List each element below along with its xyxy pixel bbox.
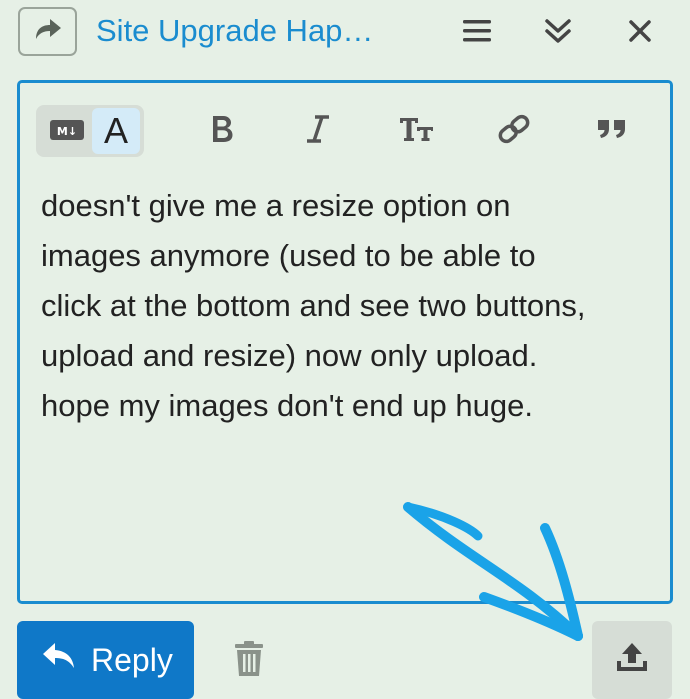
link-button[interactable] xyxy=(492,111,536,151)
editor-line: images anymore (used to be able to xyxy=(41,238,536,273)
menu-icon[interactable] xyxy=(460,14,494,48)
rich-text-toggle[interactable]: A xyxy=(92,108,140,154)
editor-line: hope my images don't end up huge. xyxy=(41,388,533,423)
heading-button[interactable] xyxy=(394,111,440,151)
markdown-label: M↓ xyxy=(57,125,77,138)
top-bar: Site Upgrade Hap… xyxy=(0,0,690,70)
reply-button[interactable]: Reply xyxy=(17,621,194,699)
collapse-icon[interactable] xyxy=(541,14,575,48)
editor-content[interactable]: doesn't give me a resize option on image… xyxy=(41,181,661,431)
font-label: A xyxy=(103,110,128,151)
bold-button[interactable] xyxy=(202,111,242,151)
markdown-icon: M↓ xyxy=(50,120,84,145)
italic-button[interactable] xyxy=(298,111,338,151)
bold-icon xyxy=(208,113,236,150)
upload-button[interactable] xyxy=(592,621,672,699)
editor-line: upload and resize) now only upload. xyxy=(41,338,538,373)
trash-icon[interactable] xyxy=(232,640,266,683)
editor-line: click at the bottom and see two buttons, xyxy=(41,288,586,323)
editor-toolbar: M↓ A xyxy=(36,105,656,157)
markdown-toggle[interactable]: M↓ A xyxy=(36,105,144,157)
editor-line: doesn't give me a resize option on xyxy=(41,188,511,223)
quote-icon xyxy=(596,117,628,146)
quote-button[interactable] xyxy=(592,111,632,151)
reply-label: Reply xyxy=(91,641,173,678)
share-button[interactable] xyxy=(18,7,77,56)
upload-icon xyxy=(614,641,650,680)
reply-icon xyxy=(41,641,77,679)
composer-editor[interactable]: M↓ A doesn't give me a resize option on … xyxy=(17,80,673,604)
share-icon xyxy=(32,15,64,48)
italic-icon xyxy=(304,113,332,150)
link-icon xyxy=(496,113,532,150)
topic-title[interactable]: Site Upgrade Hap… xyxy=(96,12,373,50)
close-icon[interactable] xyxy=(623,14,657,48)
heading-icon xyxy=(398,114,436,149)
